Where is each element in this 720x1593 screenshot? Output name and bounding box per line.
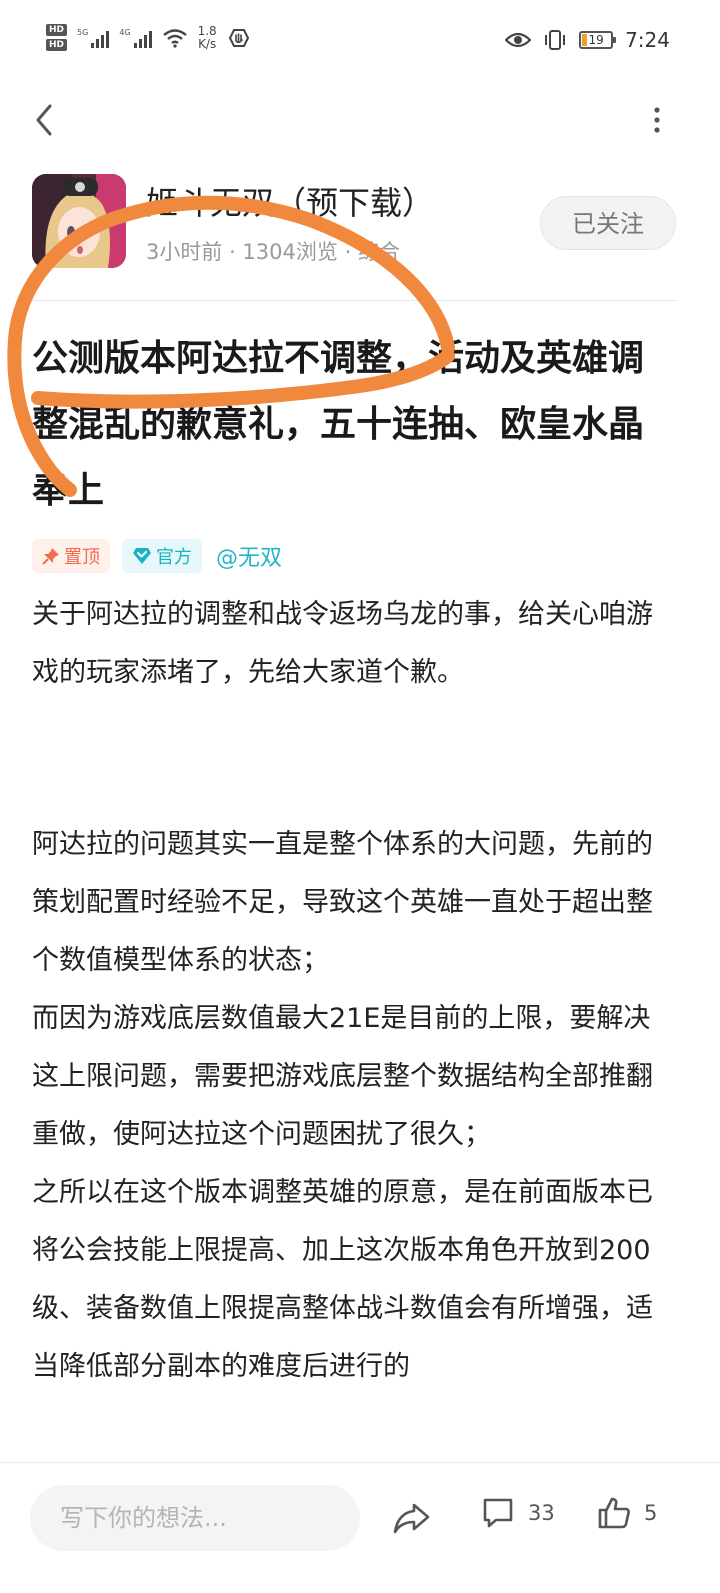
status-left: HD HD 5G 4G 1.8 K/s	[46, 24, 251, 51]
official-tag: 官方	[122, 539, 202, 573]
status-bar: HD HD 5G 4G 1.8 K/s 19 7:24	[0, 0, 720, 88]
meta-separator: ·	[229, 240, 243, 264]
post-title: 公测版本阿达拉不调整，活动及英雄调整混乱的歉意礼，五十连抽、欧皇水晶奉上	[32, 338, 645, 511]
post-category[interactable]: 综合	[358, 240, 400, 264]
comment-count: 33	[528, 1501, 555, 1525]
post-tags: 置顶 官方 @无双	[32, 538, 282, 574]
post-paragraph: 关于阿达拉的调整和战令返场乌龙的事，给关心咱游戏的玩家添堵了，先给大家道个歉。	[32, 599, 653, 688]
meta-separator: ·	[344, 240, 358, 264]
comment-icon	[483, 1498, 513, 1528]
eye-icon	[505, 32, 532, 48]
network-speed: 1.8 K/s	[197, 23, 217, 51]
thumbs-up-icon	[598, 1497, 630, 1529]
hd-icon: HD	[46, 39, 68, 51]
hd-indicators: HD HD	[46, 24, 68, 51]
pin-icon	[42, 548, 59, 565]
chevron-left-icon	[36, 104, 52, 136]
view-count: 1304浏览	[242, 240, 338, 264]
post-meta: 3小时前 · 1304浏览 · 综合	[146, 236, 400, 266]
bottom-action-bar: 33 5	[0, 1462, 720, 1593]
comment-button[interactable]: 33	[480, 1495, 555, 1531]
more-vertical-icon	[654, 107, 660, 133]
post-paragraph-group: 阿达拉的问题其实一直是整个体系的大问题，先前的策划配置时经验不足，导致这个英雄一…	[32, 816, 672, 1396]
wifi-icon	[162, 28, 187, 48]
back-button[interactable]	[30, 100, 60, 140]
vibrate-icon	[545, 30, 566, 50]
share-icon	[393, 1503, 430, 1534]
header-divider	[32, 300, 676, 301]
post-time: 3小时前	[146, 240, 223, 264]
post-paragraph: 阿达拉的问题其实一直是整个体系的大问题，先前的策划配置时经验不足，导致这个英雄一…	[32, 829, 653, 976]
like-count: 5	[644, 1501, 658, 1525]
app-name[interactable]: 姬斗无双（预下载）	[146, 178, 434, 224]
share-button[interactable]	[392, 1497, 432, 1537]
signal-5g-icon: 5G	[77, 28, 110, 48]
signal-4g-icon: 4G	[119, 28, 152, 48]
pinned-tag: 置顶	[32, 539, 110, 573]
avatar-image	[32, 174, 126, 268]
mention-link[interactable]: @无双	[216, 540, 282, 572]
comment-input[interactable]	[30, 1485, 360, 1551]
post-paragraph: 之所以在这个版本调整英雄的原意，是在前面版本已将公会技能上限提高、加上这次版本角…	[32, 1177, 653, 1382]
follow-button[interactable]: 已关注	[540, 196, 676, 250]
battery-icon: 19	[579, 31, 617, 49]
more-options-button[interactable]	[646, 104, 668, 136]
hd-icon: HD	[46, 24, 68, 36]
app-avatar[interactable]	[32, 174, 126, 268]
status-right: 19 7:24	[505, 28, 670, 52]
like-button[interactable]: 5	[596, 1495, 657, 1531]
clock: 7:24	[625, 28, 670, 52]
post-paragraph: 而因为游戏底层数值最大21E是目前的上限，要解决这上限问题，需要把游戏底层整个数…	[32, 1003, 653, 1150]
verified-diamond-icon	[133, 548, 151, 564]
hand-icon	[228, 28, 249, 47]
